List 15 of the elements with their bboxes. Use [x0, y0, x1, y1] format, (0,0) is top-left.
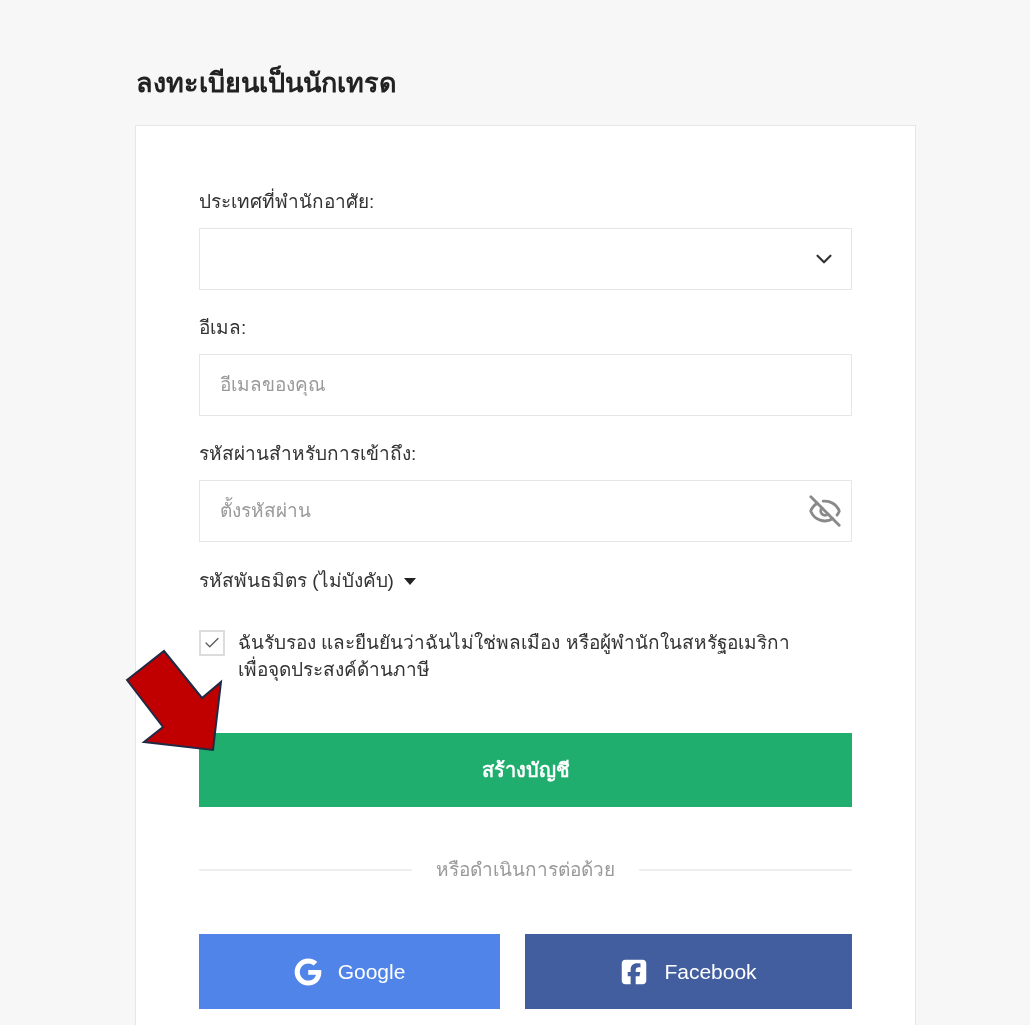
f-logo-icon — [620, 957, 649, 986]
referral-toggle[interactable]: รหัสพันธมิตร (ไม่บังคับ) — [199, 568, 416, 594]
divider-text: หรือดำเนินการต่อด้วย — [436, 858, 615, 882]
password-field[interactable]: ตั้งรหัสผ่าน — [199, 480, 852, 542]
consent-checkbox[interactable] — [199, 630, 225, 656]
google-login-button[interactable]: Google — [199, 934, 500, 1009]
facebook-login-button[interactable]: Facebook — [525, 934, 852, 1009]
field-label: รหัสผ่านสำหรับการเข้าถึง: — [199, 442, 417, 466]
eye-slash-icon[interactable] — [808, 494, 842, 528]
consent-text: ฉันรับรอง และยืนยันว่าฉันไม่ใช่พลเมือง หรือผู้พำนักในสหรัฐอเมริกาเพื่อจุดประสงค์ด้านภาษี — [238, 631, 791, 683]
email-field[interactable]: อีเมลของคุณ — [199, 354, 852, 416]
page-title: ลงทะเบียนเป็นนักเทรด — [136, 66, 397, 100]
g-logo-icon — [293, 957, 322, 986]
field-label: ประเทศที่พำนักอาศัย: — [199, 189, 375, 215]
field-label: อีเมล: — [199, 316, 247, 340]
